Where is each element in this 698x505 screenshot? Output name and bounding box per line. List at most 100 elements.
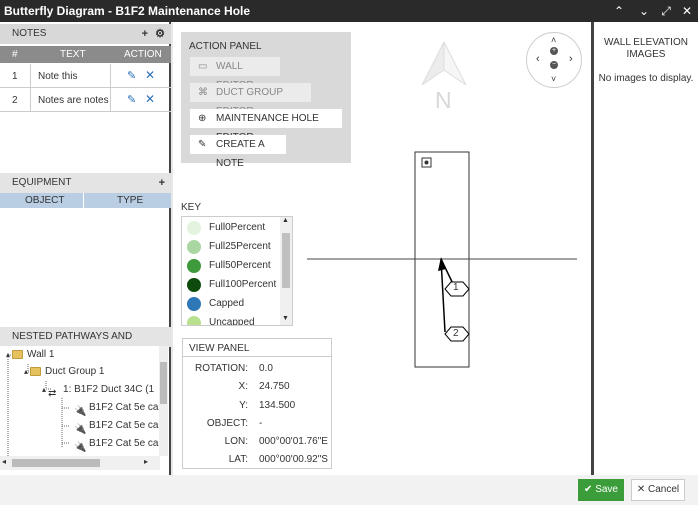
- note-number: 2: [12, 95, 18, 106]
- gear-icon[interactable]: ⚙: [155, 28, 165, 40]
- note-row[interactable]: 1 Note this ✎ ✕: [0, 64, 171, 88]
- duct-group-editor-button[interactable]: ⌘DUCT GROUP EDITOR: [190, 83, 311, 117]
- close-icon[interactable]: ✕: [679, 3, 695, 19]
- tree-item-duct-group[interactable]: ▴ Duct Group 1: [24, 363, 105, 380]
- note-row[interactable]: 2 Notes are notes ✎ ✕: [0, 88, 171, 112]
- collapse-icon[interactable]: ▴: [6, 350, 10, 359]
- nested-header: NESTED PATHWAYS AND CABLES: [0, 327, 171, 362]
- view-row: Y: 134.500: [239, 400, 296, 411]
- note-text: Notes are notes: [38, 95, 109, 106]
- key-swatch: [187, 278, 201, 292]
- tree-vertical-scrollbar[interactable]: [159, 346, 168, 456]
- key-swatch: [187, 316, 201, 325]
- col-action: ACTION: [124, 49, 162, 60]
- notes-header: NOTES + ⚙: [0, 24, 171, 44]
- notes-title: NOTES: [12, 28, 47, 39]
- view-row: LAT: 000°00'00.92"S: [228, 454, 328, 465]
- window-title: Butterfly Diagram - B1F2 Maintenance Hol…: [4, 4, 251, 18]
- add-equipment-icon[interactable]: +: [159, 173, 165, 193]
- tree-item-label: B1F2 Cat 5e cal: [89, 438, 161, 449]
- cable-plug-icon: 🔌: [74, 405, 87, 417]
- tree-item-label: 1: B1F2 Duct 34C (1: [63, 384, 155, 395]
- footer: ✔ Save ✕ Cancel: [0, 475, 698, 505]
- scrollbar-thumb[interactable]: [160, 362, 167, 404]
- view-row: X: 24.750: [238, 381, 290, 392]
- pan-left-icon[interactable]: ‹: [536, 53, 540, 65]
- wall-icon: ▭: [198, 61, 208, 72]
- edit-icon[interactable]: ✎: [127, 93, 136, 106]
- key-swatch: [187, 221, 201, 235]
- pan-down-icon[interactable]: ˅: [551, 74, 556, 84]
- tree-item-wall[interactable]: ▴ Wall 1: [6, 346, 54, 363]
- north-arrow-icon: [421, 41, 467, 86]
- key-list[interactable]: Full0Percent Full25Percent Full50Percent…: [181, 216, 293, 326]
- tree-item-duct[interactable]: ▴ ⇄ 1: B1F2 Duct 34C (1: [42, 381, 155, 399]
- view-row: OBJECT: -: [206, 418, 263, 429]
- equipment-column-header: OBJECT TYPE: [0, 193, 171, 208]
- tree-horizontal-scrollbar[interactable]: ◂ ▸: [0, 456, 160, 470]
- maintenance-hole: [414, 151, 470, 368]
- maintenance-hole-editor-button[interactable]: ⊕MAINTENANCE HOLE EDITOR: [190, 109, 342, 143]
- view-row: ROTATION: 0.0: [195, 363, 273, 374]
- pan-right-icon[interactable]: ›: [569, 53, 573, 65]
- equipment-marker: [421, 157, 432, 168]
- duct-icon: ⇄: [48, 387, 57, 399]
- tree-item-label: B1F2 Cat 5e cal: [89, 420, 161, 431]
- key-panel: KEY Full0Percent Full25Percent Full50Per…: [181, 202, 293, 326]
- scroll-down-icon[interactable]: ▼: [282, 315, 289, 322]
- folder-icon: [12, 349, 24, 359]
- notes-column-header: # TEXT ACTION: [0, 46, 171, 63]
- collapse-icon[interactable]: ▴: [24, 367, 28, 376]
- expand-icon[interactable]: ⤢: [658, 3, 674, 19]
- wall-elevation-empty: No images to display.: [598, 73, 694, 84]
- equipment-title: EQUIPMENT: [12, 177, 72, 188]
- key-scrollbar[interactable]: ▲ ▼: [280, 217, 292, 325]
- key-swatch: [187, 240, 201, 254]
- pan-zoom-control[interactable]: ‹ › ˄ ˅ + −: [526, 32, 582, 88]
- tree-item-cable[interactable]: 🔌 B1F2 Cat 5e cal: [74, 399, 161, 417]
- note-icon: ✎: [198, 139, 207, 150]
- create-note-button[interactable]: ✎ CREATE A NOTE: [190, 135, 286, 169]
- nested-tree[interactable]: ▴ Wall 1 ▴ Duct Group 1 ▴ ⇄ 1: B1F2 Duct 34C…: [0, 346, 168, 456]
- zoom-in-icon[interactable]: +: [550, 47, 558, 55]
- delete-icon[interactable]: ✕: [145, 92, 155, 106]
- callout-label: 2: [453, 328, 459, 339]
- key-swatch: [187, 259, 201, 273]
- tree-item-cable[interactable]: 🔌 B1F2 Cat 5e cal: [74, 417, 161, 435]
- scrollbar-thumb[interactable]: [12, 459, 100, 467]
- equipment-header: EQUIPMENT +: [0, 173, 171, 193]
- chevron-up-icon[interactable]: ⌃: [611, 3, 627, 19]
- wall-elevation-panel: WALL ELEVATION IMAGES No images to displ…: [594, 22, 698, 475]
- view-row: LON: 000°00'01.76"E: [224, 436, 328, 447]
- check-icon: ✔: [584, 484, 593, 495]
- diagram-canvas[interactable]: ACTION PANEL ▭WALL EDITOR ⌘DUCT GROUP ED…: [173, 22, 591, 475]
- add-note-icon[interactable]: +: [142, 28, 148, 40]
- collapse-icon[interactable]: ▴: [42, 385, 46, 394]
- close-icon: ✕: [636, 484, 646, 495]
- save-button[interactable]: ✔ Save: [578, 479, 624, 501]
- scrollbar-thumb[interactable]: [282, 233, 290, 288]
- delete-icon[interactable]: ✕: [145, 68, 155, 82]
- cable-plug-icon: 🔌: [74, 423, 87, 435]
- compass-north-label: N: [435, 87, 452, 113]
- wall-elevation-title: WALL ELEVATION IMAGES: [604, 37, 688, 60]
- edit-icon[interactable]: ✎: [127, 69, 136, 82]
- action-panel-title: ACTION PANEL: [189, 41, 262, 52]
- callout-label: 1: [453, 282, 459, 293]
- scroll-up-icon[interactable]: ▲: [282, 217, 289, 224]
- key-title: KEY: [181, 202, 202, 213]
- scroll-right-icon[interactable]: ▸: [144, 457, 148, 466]
- pan-up-icon[interactable]: ˄: [551, 35, 556, 45]
- zoom-out-icon[interactable]: −: [550, 61, 558, 69]
- wall-editor-button[interactable]: ▭WALL EDITOR: [190, 57, 280, 91]
- note-text: Note this: [38, 71, 78, 82]
- scroll-left-icon[interactable]: ◂: [2, 457, 6, 466]
- col-object: OBJECT: [25, 195, 65, 206]
- key-swatch: [187, 297, 201, 311]
- col-number: #: [12, 49, 18, 60]
- chevron-down-icon[interactable]: ⌄: [636, 3, 652, 19]
- view-panel-title: VIEW PANEL: [183, 339, 331, 357]
- cable-plug-icon: 🔌: [74, 441, 87, 453]
- tree-item-cable[interactable]: 🔌 B1F2 Cat 5e cal: [74, 435, 161, 453]
- cancel-button[interactable]: ✕ Cancel: [631, 479, 685, 501]
